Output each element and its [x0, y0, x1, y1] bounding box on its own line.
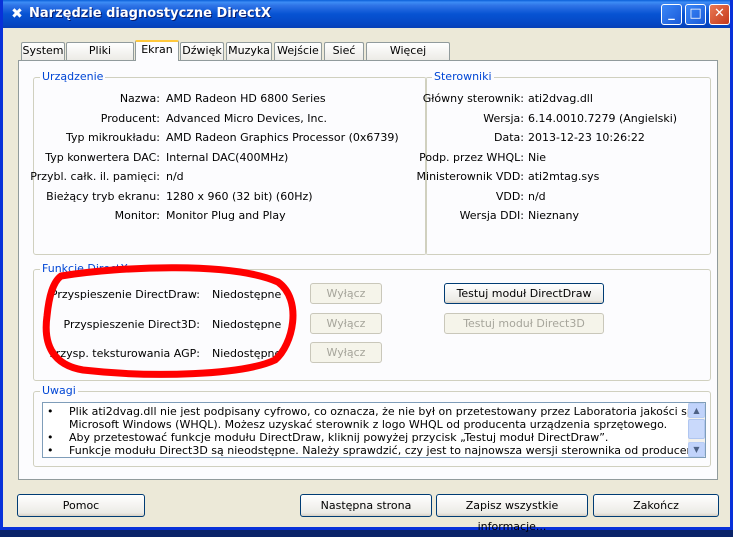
disable-directdraw-button[interactable]: Wyłącz: [310, 283, 382, 304]
main-driver-value: ati2dvag.dll: [528, 92, 593, 105]
monitor-label: Monitor:: [114, 209, 160, 222]
ddi-version-label: Wersja DDI:: [459, 209, 524, 222]
driver-version-label: Wersja:: [483, 112, 524, 125]
memory-value: n/d: [166, 170, 184, 183]
ddi-version-value: Nieznany: [528, 209, 580, 222]
mini-vdd-label: Ministerownik VDD:: [416, 170, 524, 183]
tab-display[interactable]: Ekran: [135, 40, 179, 61]
vdd-label: VDD:: [495, 190, 524, 203]
drivers-group-title: Sterowniki: [432, 70, 494, 83]
dac-type-label: Typ konwertera DAC:: [45, 151, 160, 164]
note-line: Microsoft Windows (WHQL). Możesz uzyskać…: [69, 418, 668, 431]
disable-direct3d-button[interactable]: Wyłącz: [310, 313, 382, 334]
tab-directx-files[interactable]: Pliki DirectX: [66, 42, 134, 73]
next-page-button[interactable]: Następna strona: [300, 494, 432, 517]
save-all-info-button[interactable]: Zapisz wszystkie informacje...: [436, 494, 588, 533]
help-button[interactable]: Pomoc: [17, 494, 145, 517]
drivers-group: Sterowniki Główny sterownik: ati2dvag.dl…: [417, 70, 711, 255]
device-name-label: Nazwa:: [119, 92, 160, 105]
monitor-value: Monitor Plug and Play: [166, 209, 286, 222]
notes-text-area[interactable]: • Plik ati2dvag.dll nie jest podpisany cy…: [42, 402, 706, 458]
close-button[interactable]: ✕: [709, 4, 730, 25]
note-line: • Plik ati2dvag.dll nie jest podpisany cy…: [47, 405, 706, 418]
whql-value: Nie: [528, 151, 547, 164]
display-tab-panel: Urządzenie Nazwa: AMD Radeon HD 6800 Ser…: [18, 60, 718, 480]
tab-sound[interactable]: Dźwięk: [180, 42, 224, 60]
display-mode-value: 1280 x 960 (32 bit) (60Hz): [166, 190, 313, 203]
notes-scrollbar[interactable]: ▲ ▼: [688, 403, 705, 457]
directx-features-group: Funkcje DirectX Przyspieszenie DirectDra…: [33, 262, 711, 381]
test-direct3d-button[interactable]: Testuj moduł Direct3D: [444, 313, 604, 334]
display-mode-label: Bieżący tryb ekranu:: [46, 190, 160, 203]
tab-more-help[interactable]: Więcej pomocy: [366, 42, 450, 73]
scroll-up-icon[interactable]: ▲: [688, 403, 705, 418]
driver-date-label: Data:: [494, 131, 524, 144]
device-group: Urządzenie Nazwa: AMD Radeon HD 6800 Ser…: [30, 70, 427, 255]
agp-label: Przysp. teksturowania AGP:: [49, 347, 200, 360]
chip-type-value: AMD Radeon Graphics Processor (0x6739): [166, 131, 399, 144]
tab-music[interactable]: Muzyka: [226, 42, 272, 60]
vdd-value: n/d: [528, 190, 546, 203]
scroll-thumb[interactable]: [688, 419, 705, 439]
notes-group-title: Uwagi: [40, 384, 78, 397]
minimize-button[interactable]: _: [661, 4, 682, 25]
note-line: • Funkcje modułu Direct3D są nieodstępne.…: [47, 444, 706, 457]
exit-button[interactable]: Zakończ: [593, 494, 719, 517]
device-group-title: Urządzenie: [40, 70, 106, 83]
notes-group: Uwagi • Plik ati2dvag.dll nie jest podpis…: [33, 384, 711, 467]
direct3d-status: Niedostępne: [212, 318, 282, 331]
note-line: • Aby przetestować funkcje modułu DirectD…: [47, 431, 609, 444]
device-manufacturer-label: Producent:: [100, 112, 160, 125]
test-directdraw-button[interactable]: Testuj moduł DirectDraw: [444, 283, 604, 304]
agp-status: Niedostępne: [212, 347, 282, 360]
title-bar[interactable]: ✖ Narzędzie diagnostyczne DirectX _ □ ✕: [3, 0, 730, 28]
tab-system[interactable]: System: [21, 42, 65, 60]
scroll-down-icon[interactable]: ▼: [688, 442, 705, 457]
features-group-title: Funkcje DirectX: [40, 262, 130, 275]
driver-date-value: 2013-12-23 10:26:22: [528, 131, 645, 144]
directdraw-status: Niedostępne: [212, 288, 282, 301]
directdraw-label: Przyspieszenie DirectDraw:: [50, 288, 200, 301]
whql-label: Podp. przez WHQL:: [419, 151, 524, 164]
disable-agp-button[interactable]: Wyłącz: [310, 342, 382, 363]
tab-input[interactable]: Wejście: [274, 42, 322, 60]
tab-network[interactable]: Sieć: [324, 42, 364, 60]
chip-type-label: Typ mikroukładu:: [65, 131, 160, 144]
directx-icon: ✖: [11, 6, 23, 22]
device-manufacturer-value: Advanced Micro Devices, Inc.: [166, 112, 328, 125]
direct3d-label: Przyspieszenie Direct3D:: [63, 318, 200, 331]
mini-vdd-value: ati2mtag.sys: [528, 170, 600, 183]
maximize-button[interactable]: □: [685, 4, 706, 25]
dac-type-value: Internal DAC(400MHz): [166, 151, 289, 164]
dxdiag-window: ✖ Narzędzie diagnostyczne DirectX _ □ ✕ …: [0, 0, 733, 533]
main-driver-label: Główny sterownik:: [422, 92, 524, 105]
window-title: Narzędzie diagnostyczne DirectX: [29, 6, 271, 21]
memory-label: Przybl. całk. il. pamięci:: [30, 170, 160, 183]
driver-version-value: 6.14.0010.7279 (Angielski): [528, 112, 678, 125]
device-name-value: AMD Radeon HD 6800 Series: [166, 92, 326, 105]
